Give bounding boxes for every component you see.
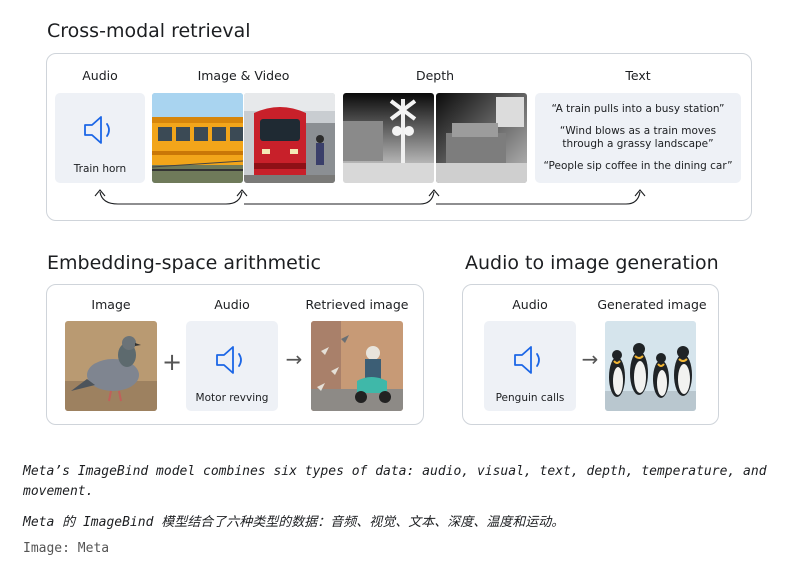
generation-arrow: → — [581, 347, 599, 371]
quote-dining-car: “People sip coffee in the dining car” — [543, 160, 733, 172]
quote-busy-station: “A train pulls into a busy station” — [551, 103, 725, 115]
red-train-image — [244, 93, 335, 183]
arithmetic-retrieved-label: Retrieved image — [305, 297, 409, 312]
quote-grassy-landscape: “Wind blows as a train moves through a g… — [559, 125, 717, 150]
audio-to-image-title: Audio to image generation — [465, 252, 719, 274]
generation-audio-label: Audio — [512, 297, 548, 312]
retrieved-scooter-image — [311, 321, 403, 411]
embedding-arithmetic-title: Embedding-space arithmetic — [47, 252, 321, 274]
image-credit: Image: Meta — [23, 541, 110, 556]
train-horn-audio-card: Train horn — [55, 93, 145, 183]
motor-revving-caption: Motor revving — [195, 392, 269, 404]
arithmetic-audio-label: Audio — [214, 297, 250, 312]
pigeon-image — [65, 321, 157, 411]
retrieval-depth-label: Depth — [415, 68, 455, 83]
penguin-calls-audio-card: Penguin calls — [484, 321, 576, 411]
english-caption: Meta’s ImageBind model combines six type… — [23, 464, 767, 499]
chinese-caption: Meta 的 ImageBind 模型结合了六种类型的数据：音频、视觉、文本、深… — [23, 515, 565, 530]
retrieval-audio-label: Audio — [82, 68, 118, 83]
yellow-train-image — [152, 93, 243, 183]
retrieval-image-video-label: Image & Video — [197, 68, 290, 83]
generation-generated-label: Generated image — [597, 297, 707, 312]
depth-map-crossing-image — [343, 93, 434, 183]
retrieval-text-label: Text — [625, 68, 651, 83]
cross-modal-retrieval-title: Cross-modal retrieval — [47, 20, 251, 42]
generated-penguins-image — [605, 321, 696, 411]
penguin-calls-caption: Penguin calls — [495, 392, 565, 404]
train-horn-caption: Train horn — [73, 163, 127, 175]
arithmetic-arrow: → — [285, 347, 303, 371]
depth-map-train-image — [436, 93, 527, 183]
speaker-icon — [514, 346, 540, 374]
speaker-icon — [84, 116, 110, 144]
retrieval-text-card: “A train pulls into a busy station” “Win… — [535, 93, 741, 183]
retrieval-connector-arrows — [94, 189, 646, 205]
arithmetic-image-label: Image — [91, 297, 131, 312]
motor-revving-audio-card: Motor revving — [186, 321, 278, 411]
speaker-icon — [216, 346, 242, 374]
plus-sign: + — [161, 348, 183, 376]
